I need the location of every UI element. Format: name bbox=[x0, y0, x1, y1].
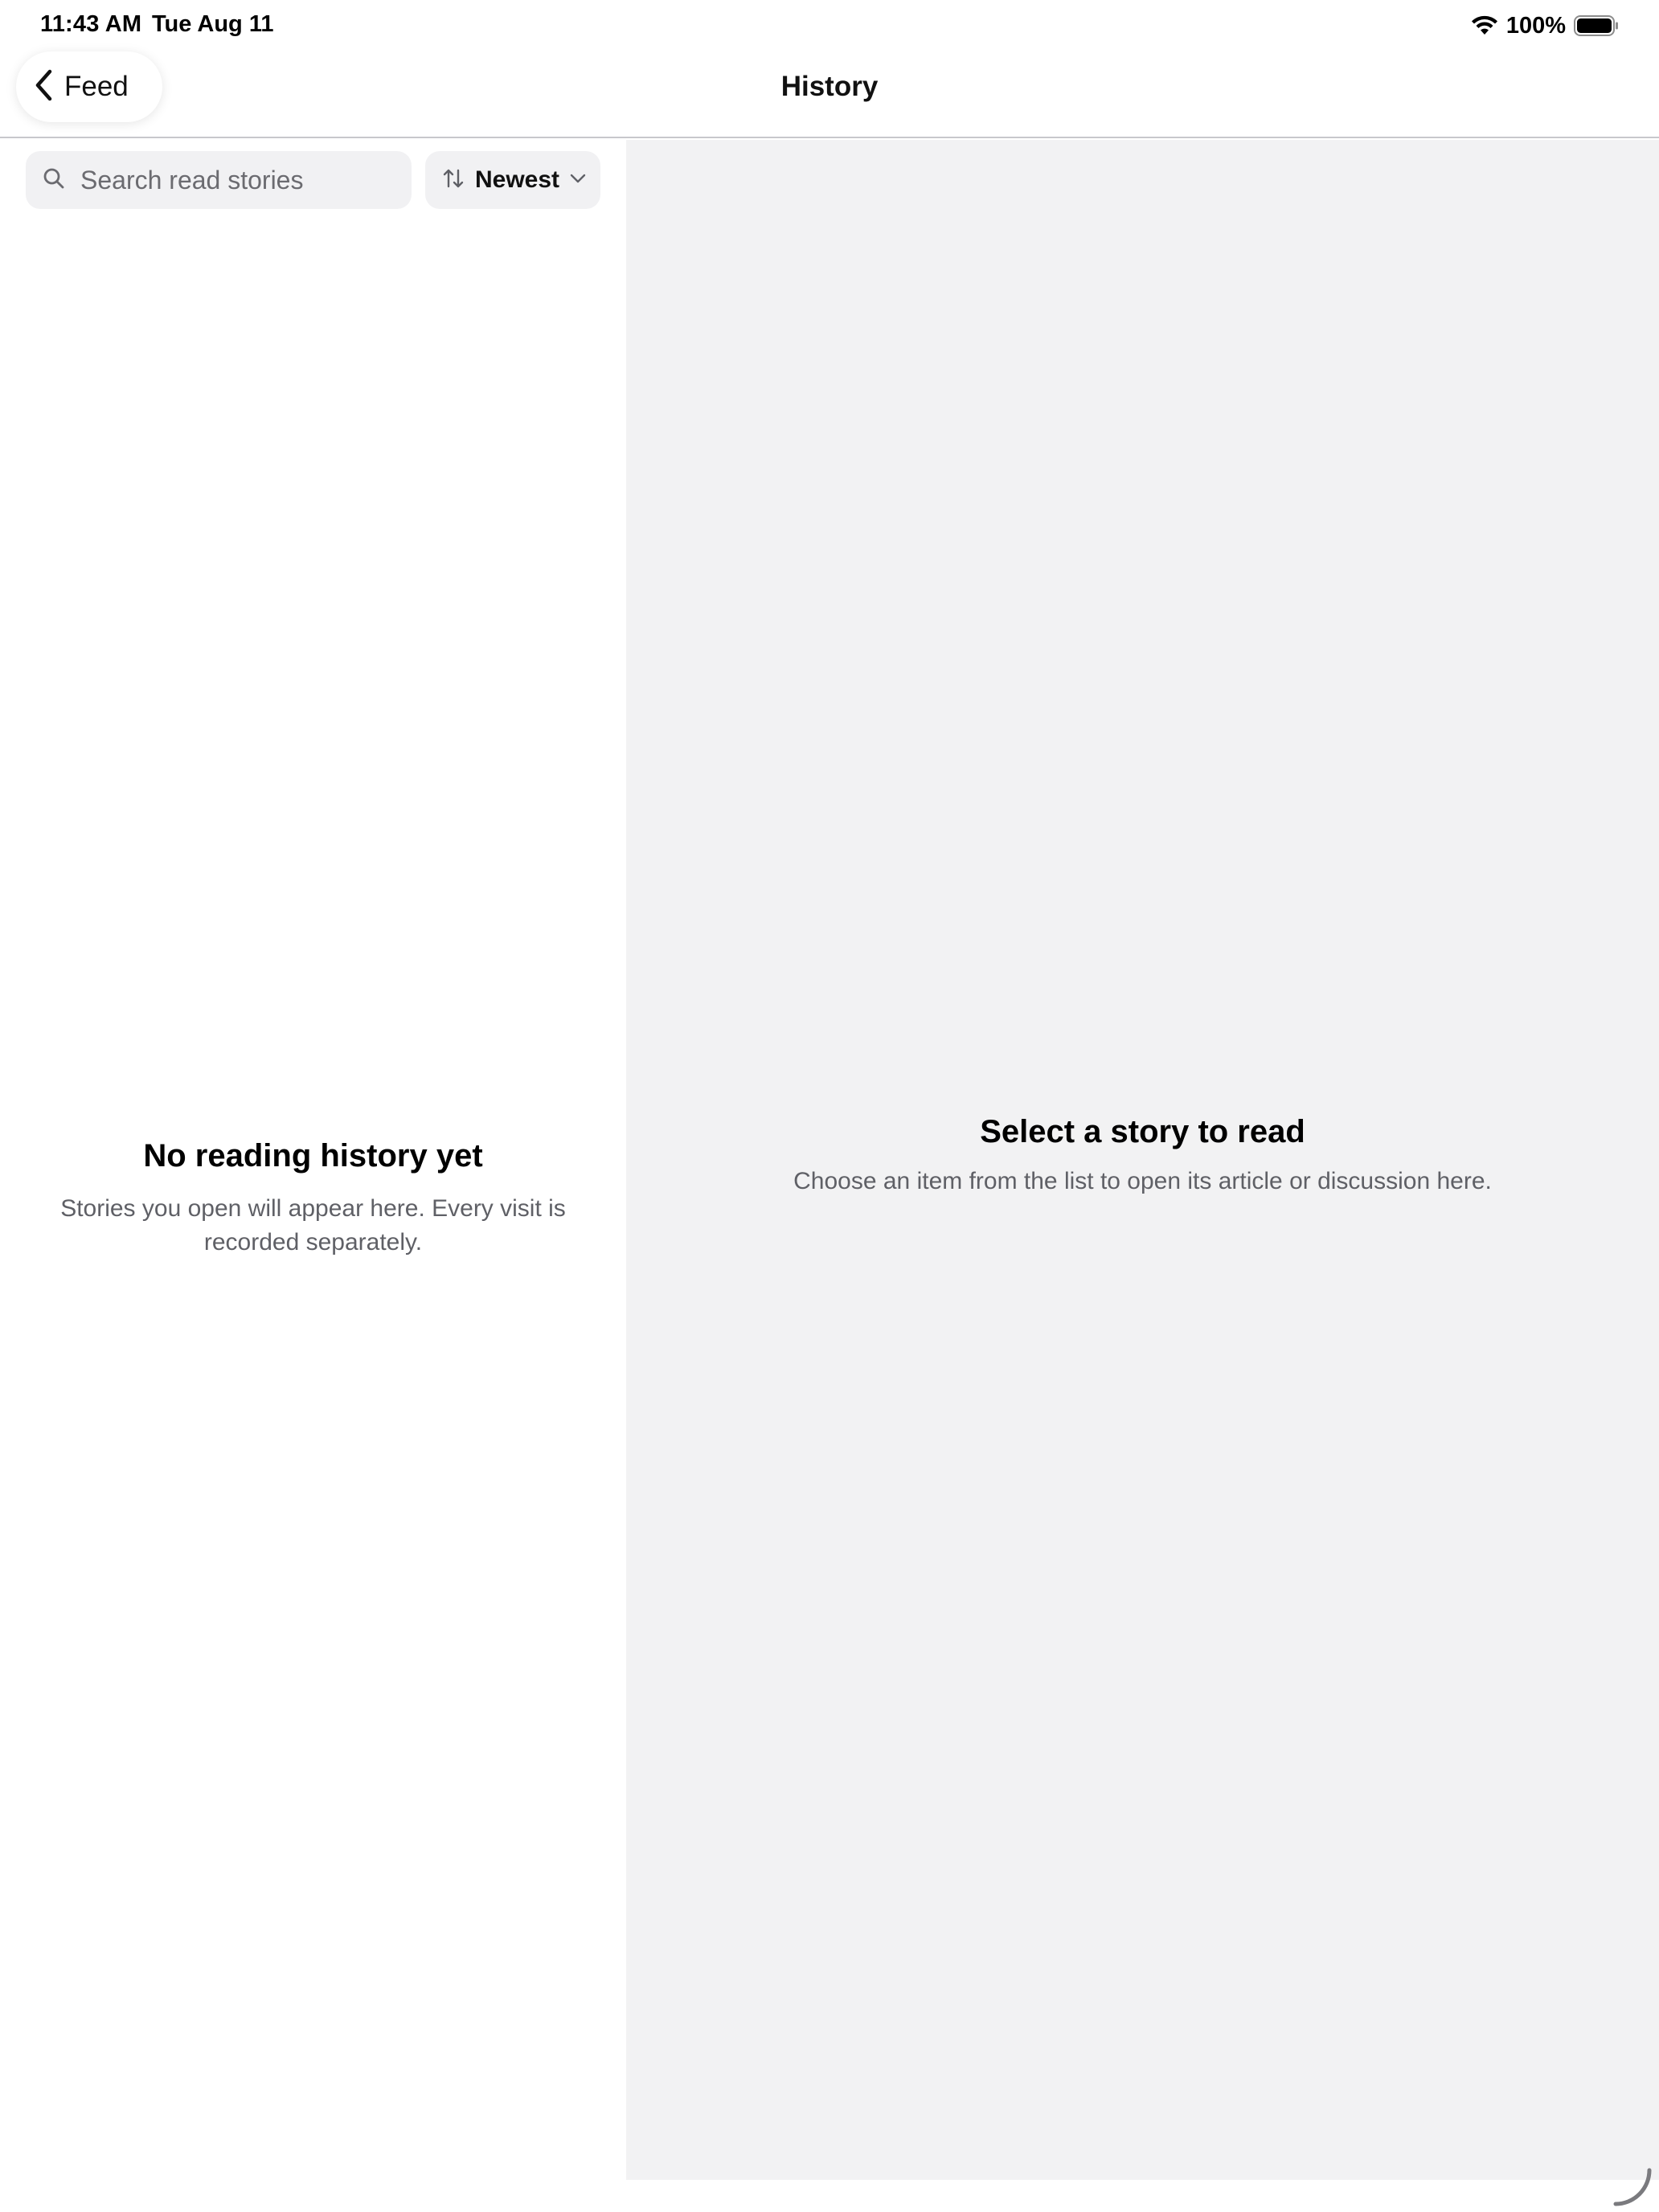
chevron-down-icon bbox=[569, 173, 587, 188]
page-title: History bbox=[780, 71, 879, 102]
empty-history-title: No reading history yet bbox=[143, 1138, 483, 1174]
empty-history-message: Stories you open will appear here. Every… bbox=[60, 1195, 566, 1256]
window-resize-handle[interactable] bbox=[1612, 2167, 1653, 2207]
sort-button[interactable]: Newest bbox=[425, 151, 600, 209]
history-list-pane: Newest No reading history yet Stories yo… bbox=[0, 138, 626, 2212]
battery-full-icon bbox=[1574, 15, 1619, 36]
navigation-bar: Feed History bbox=[0, 51, 1659, 138]
status-bar: 11:43 AM Tue Aug 11 100% bbox=[0, 0, 1659, 51]
battery-percentage: 100% bbox=[1505, 12, 1566, 39]
search-input[interactable] bbox=[79, 164, 400, 196]
sort-arrows-icon bbox=[441, 166, 465, 195]
search-field[interactable] bbox=[26, 151, 412, 209]
search-icon bbox=[42, 166, 66, 195]
empty-detail-title: Select a story to read bbox=[980, 1114, 1305, 1149]
status-date: Tue Aug 11 bbox=[152, 11, 274, 37]
sort-label: Newest bbox=[475, 166, 560, 193]
detail-pane: Select a story to read Choose an item fr… bbox=[626, 140, 1659, 2180]
status-indicators: 100% bbox=[1471, 10, 1619, 42]
status-time: 11:43 AM bbox=[40, 11, 142, 37]
wifi-icon bbox=[1471, 15, 1498, 36]
history-empty-state: No reading history yet Stories you open … bbox=[32, 1138, 594, 1260]
empty-detail-message: Choose an item from the list to open its… bbox=[793, 1168, 1492, 1194]
detail-empty-state: Select a story to read Choose an item fr… bbox=[626, 1114, 1659, 1195]
